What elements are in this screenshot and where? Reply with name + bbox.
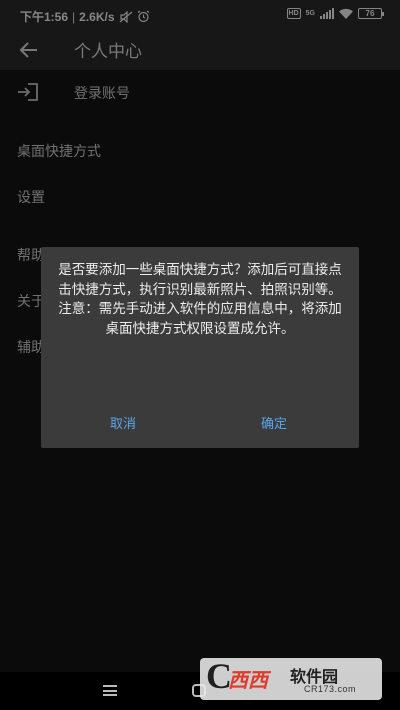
watermark-chars: 西西 <box>228 668 268 692</box>
shortcut-dialog: 是否要添加一些桌面快捷方式？添加后可直接点击快捷方式，执行识别最新照片、拍照识别… <box>41 247 359 448</box>
dialog-message: 是否要添加一些桌面快捷方式？添加后可直接点击快捷方式，执行识别最新照片、拍照识别… <box>58 262 342 337</box>
menu-icon[interactable] <box>103 685 117 696</box>
confirm-button[interactable]: 确定 <box>261 413 287 432</box>
cancel-button[interactable]: 取消 <box>110 413 136 432</box>
watermark-logo: C 西西 软件园 CR173.com <box>200 656 382 700</box>
watermark-url: CR173.com <box>304 684 357 694</box>
